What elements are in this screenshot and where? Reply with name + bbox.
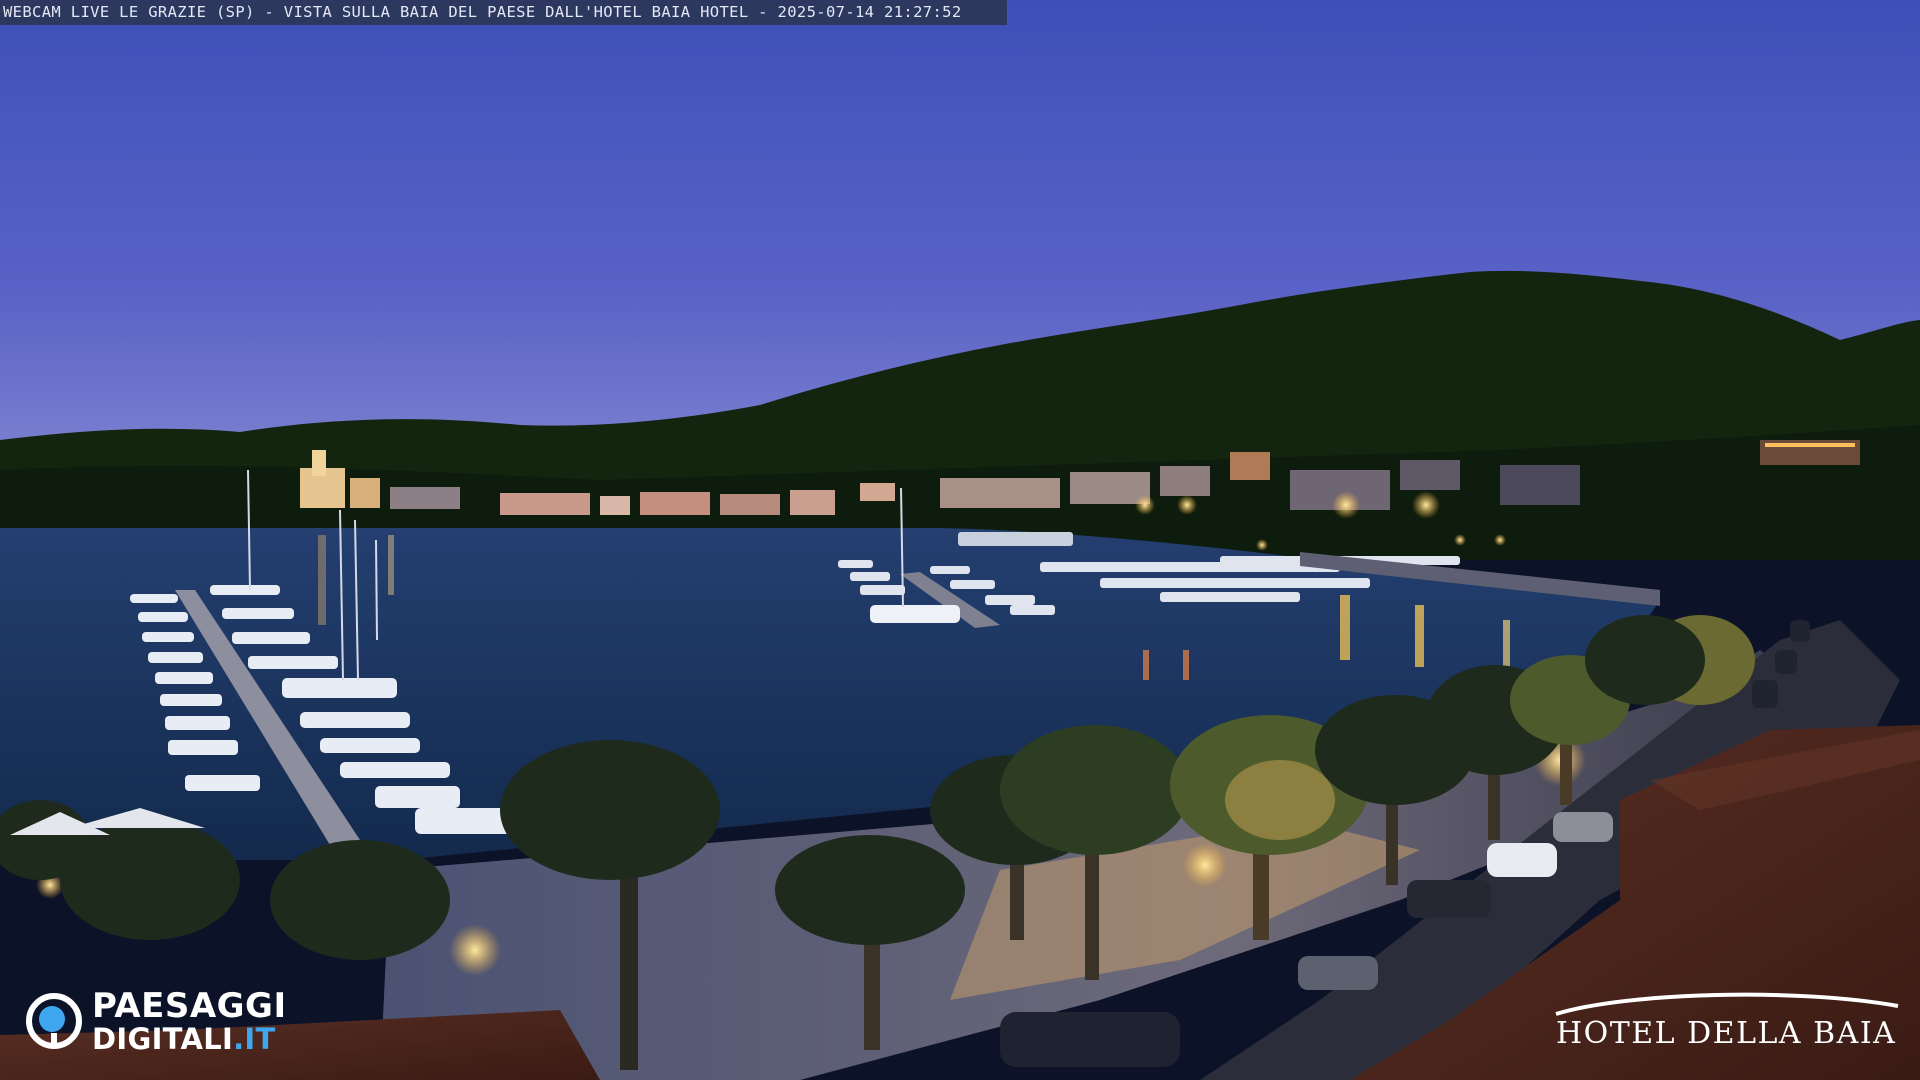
camera-caption-bar: WEBCAM LIVE LE GRAZIE (SP) - VISTA SULLA… [0,0,1007,25]
logo-word-digitali-main: DIGITALI [92,1022,234,1056]
logo-word-paesaggi: PAESAGGI [92,986,287,1026]
camera-caption: WEBCAM LIVE LE GRAZIE (SP) - VISTA SULLA… [3,3,962,21]
logo-word-tld: .IT [233,1022,276,1056]
logo-word-digitali: DIGITALI.IT [92,1023,276,1055]
eye-ring-icon [26,993,82,1049]
hotel-name: HOTEL DELLA BAIA [1556,1016,1897,1051]
paesaggi-digitali-logo: PAESAGGI DIGITALI.IT [26,987,346,1057]
arc-swoosh-icon [1555,992,1899,1016]
hotel-della-baia-logo: HOTEL DELLA BAIA [1548,980,1908,1051]
bay-night-scene [0,0,1920,1080]
